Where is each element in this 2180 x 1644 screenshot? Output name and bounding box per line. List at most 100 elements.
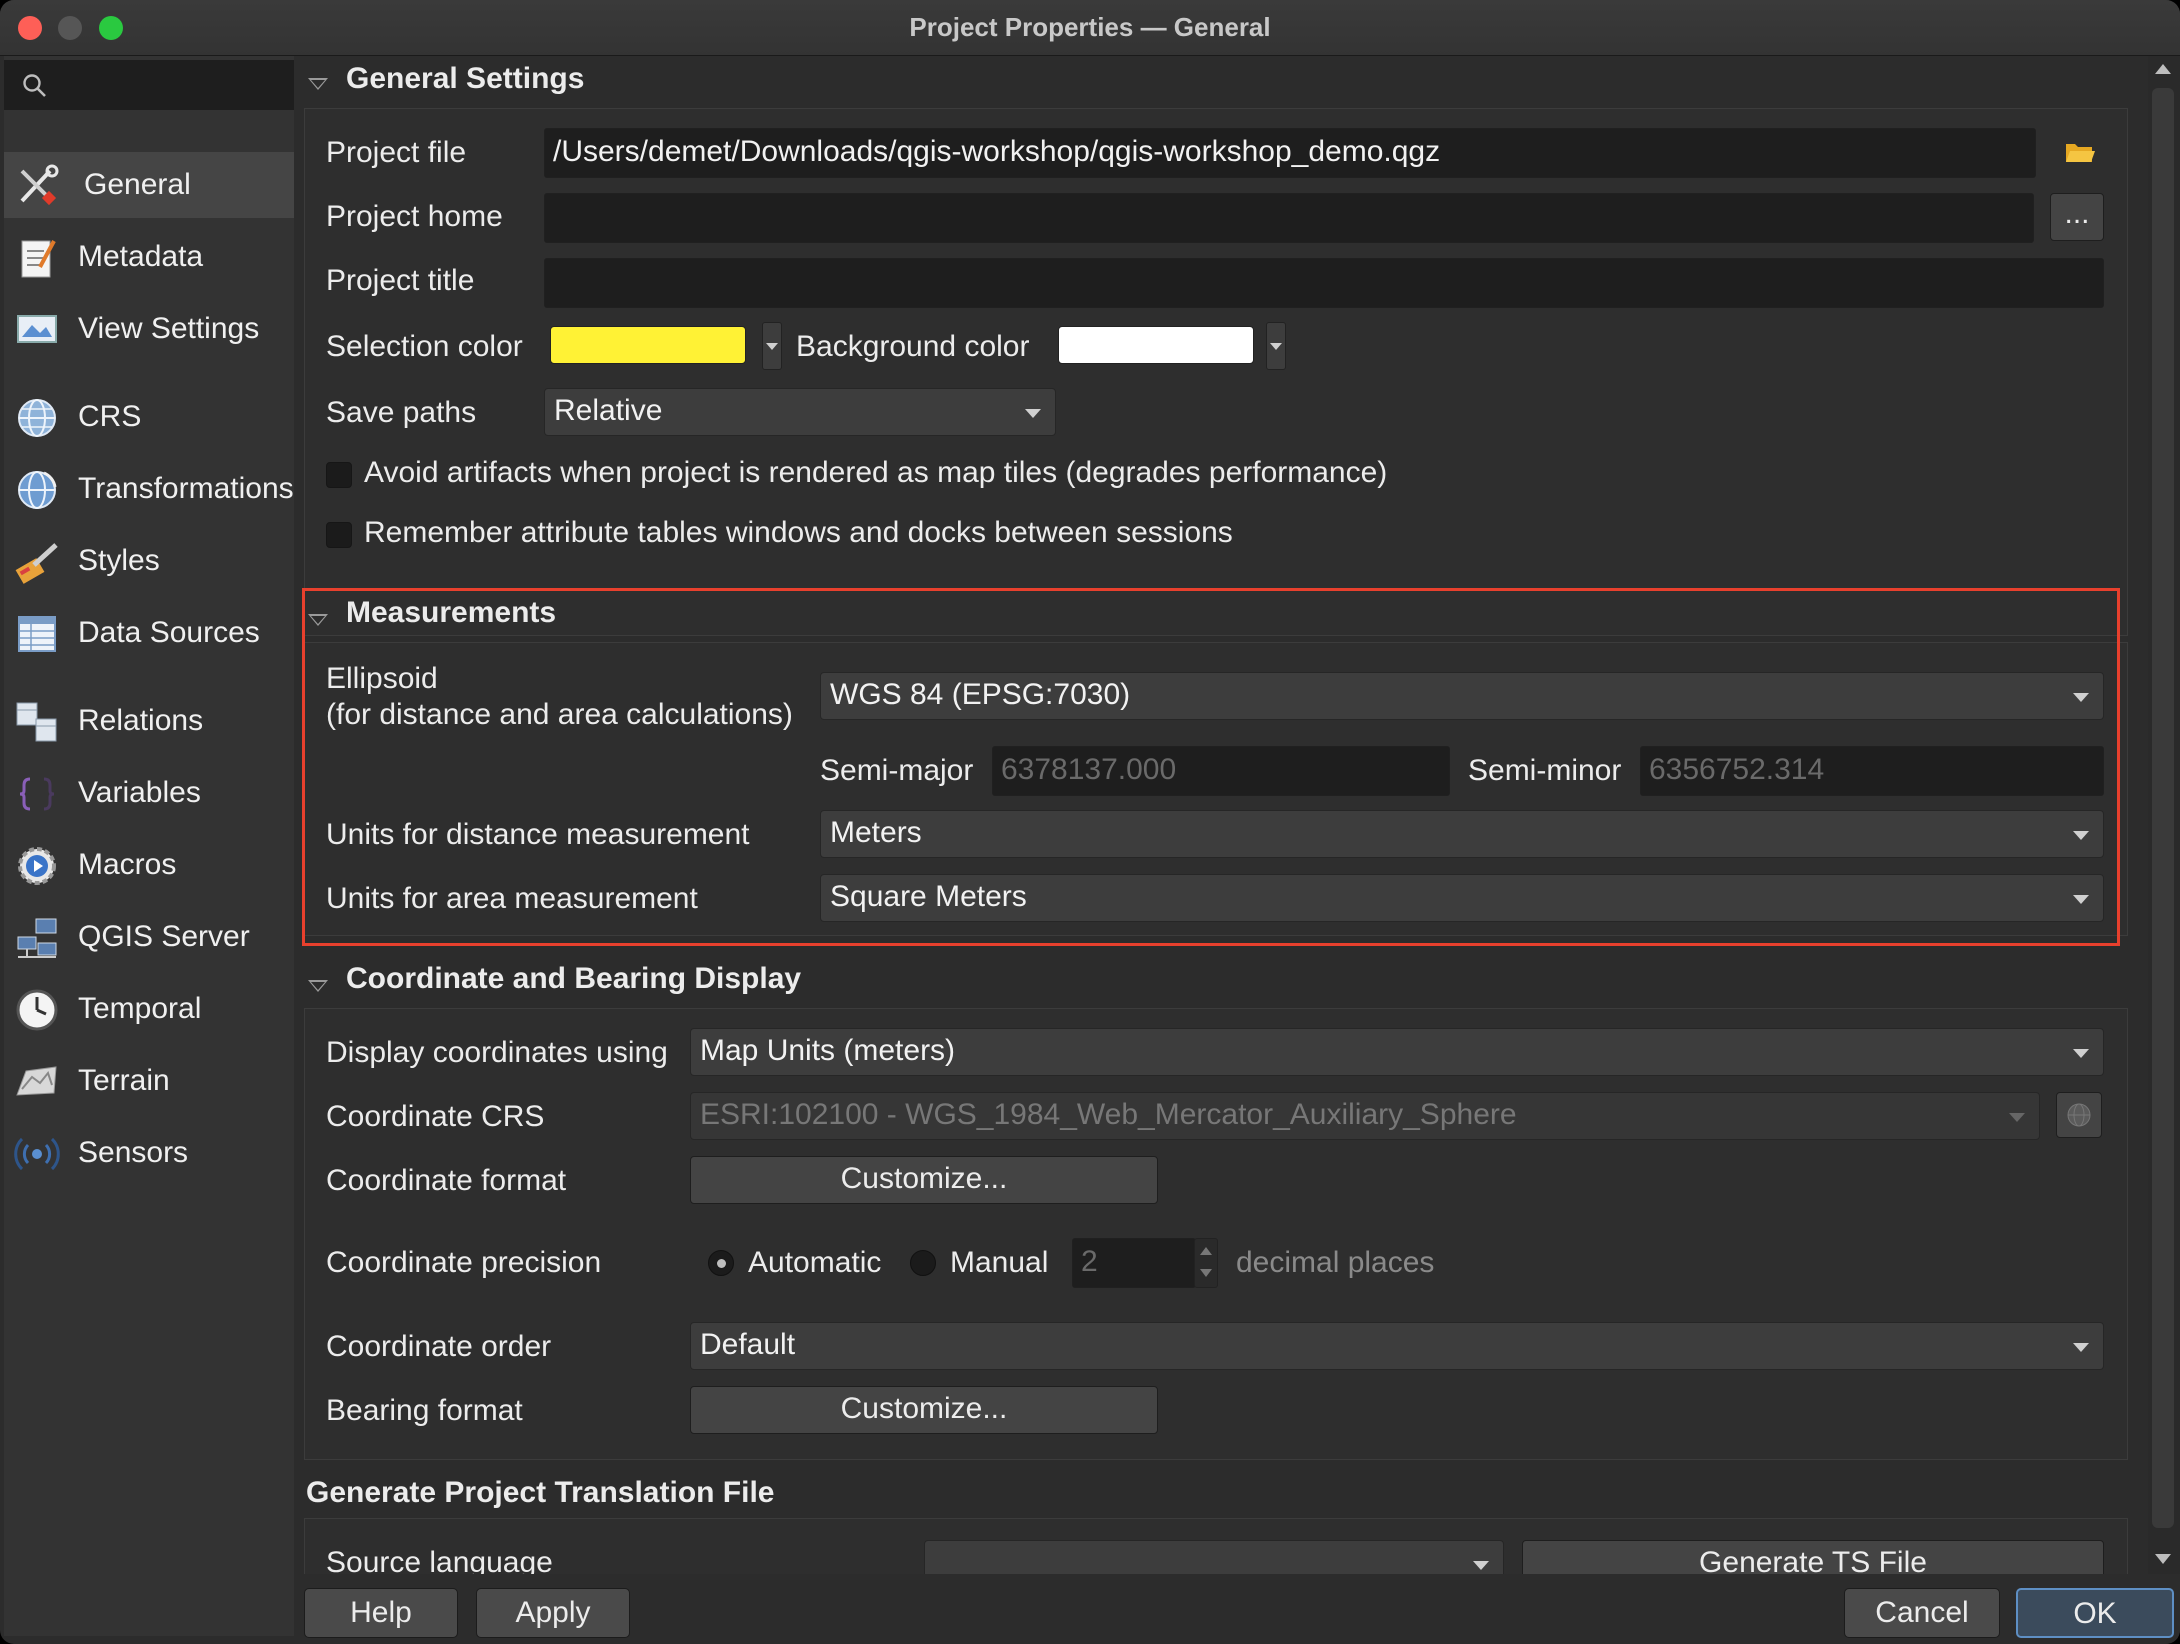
display-coordinates-label: Display coordinates using (326, 1036, 668, 1069)
search-icon (23, 74, 46, 97)
selection-color-swatch[interactable] (550, 326, 746, 364)
apply-button[interactable]: Apply (476, 1588, 630, 1638)
measurements-header[interactable]: Measurements (346, 596, 556, 630)
sidebar-item-label: Sensors (78, 1136, 189, 1169)
scroll-down-arrow-icon[interactable] (2155, 1554, 2171, 1564)
scrollbar-thumb[interactable] (2152, 88, 2174, 1528)
collapse-triangle-icon[interactable] (308, 614, 328, 626)
sidebar-item-data-sources[interactable]: Data Sources (4, 600, 294, 666)
help-button[interactable]: Help (304, 1588, 458, 1638)
precision-stepper (1194, 1238, 1218, 1288)
chevron-down-icon (2073, 831, 2089, 840)
sidebar-item-qgis-server[interactable]: QGIS Server (4, 904, 294, 970)
crs-globe-icon (2067, 1103, 2091, 1127)
sidebar-item-sensors[interactable]: Sensors (4, 1120, 294, 1186)
display-coordinates-value: Map Units (meters) (700, 1034, 956, 1067)
generate-ts-file-button[interactable]: Generate TS File (1522, 1540, 2104, 1574)
ellipsoid-select[interactable]: WGS 84 (EPSG:7030) (820, 672, 2104, 720)
sidebar-item-temporal[interactable]: Temporal (4, 976, 294, 1042)
sidebar-item-label: Macros (78, 848, 177, 881)
ellipsoid-sublabel: (for distance and area calculations) (326, 698, 793, 731)
display-coordinates-select[interactable]: Map Units (meters) (690, 1028, 2104, 1076)
sidebar-item-label: QGIS Server (78, 920, 250, 953)
automatic-label[interactable]: Automatic (748, 1246, 881, 1280)
avoid-artifacts-checkbox[interactable] (326, 462, 352, 488)
semi-minor-field: 6356752.314 (1640, 746, 2104, 796)
sidebar-item-relations[interactable]: Relations (4, 688, 294, 754)
general-settings-group (304, 108, 2128, 636)
coordinate-order-label: Coordinate order (326, 1330, 552, 1363)
chevron-down-icon (2009, 1113, 2025, 1122)
sidebar-item-label: CRS (78, 400, 142, 433)
folder-open-icon[interactable] (2064, 138, 2096, 166)
ellipsoid-label: Ellipsoid (326, 662, 438, 695)
remember-tables-checkbox[interactable] (326, 522, 352, 548)
terrain-icon (16, 1066, 57, 1096)
sensors-icon (14, 1137, 60, 1171)
save-paths-value: Relative (554, 394, 663, 427)
sidebar-item-macros[interactable]: Macros (4, 832, 294, 898)
bearing-format-label: Bearing format (326, 1394, 523, 1427)
selection-color-dropdown[interactable] (762, 322, 782, 370)
collapse-triangle-icon[interactable] (308, 980, 328, 992)
temporal-clock-icon (16, 989, 58, 1031)
automatic-radio[interactable] (708, 1250, 734, 1276)
coordinate-precision-label: Coordinate precision (326, 1246, 602, 1279)
bearing-format-customize-button[interactable]: Customize... (690, 1386, 1158, 1434)
collapse-triangle-icon[interactable] (308, 78, 328, 90)
sidebar-item-view-settings[interactable]: View Settings (4, 296, 294, 362)
manual-label[interactable]: Manual (950, 1246, 1048, 1280)
metadata-icon (21, 240, 56, 278)
sidebar-item-label: Styles (78, 544, 160, 577)
sidebar-item-transformations[interactable]: Transformations (4, 456, 294, 522)
vertical-scrollbar[interactable] (2148, 56, 2180, 1574)
scroll-up-arrow-icon[interactable] (2155, 64, 2171, 74)
sidebar-item-label: Transformations (78, 472, 294, 505)
sidebar-item-crs[interactable]: CRS (4, 384, 294, 450)
project-file-field[interactable]: /Users/demet/Downloads/qgis-workshop/qgi… (544, 128, 2036, 178)
data-sources-icon (18, 616, 56, 652)
chevron-down-icon (1025, 409, 1041, 418)
area-units-label: Units for area measurement (326, 882, 698, 915)
browse-home-button[interactable]: ... (2050, 193, 2104, 241)
general-tools-icon (20, 164, 59, 206)
ok-button[interactable]: OK (2016, 1588, 2174, 1638)
coordinate-order-select[interactable]: Default (690, 1322, 2104, 1370)
qgis-server-icon (17, 918, 57, 958)
project-title-label: Project title (326, 264, 475, 297)
sidebar-item-metadata[interactable]: Metadata (4, 224, 294, 290)
title-bar: Project Properties — General (0, 0, 2180, 56)
project-home-field[interactable] (544, 193, 2034, 243)
sidebar-search-input[interactable] (4, 60, 294, 110)
coordinate-format-label: Coordinate format (326, 1164, 567, 1197)
background-color-dropdown[interactable] (1266, 322, 1286, 370)
semi-minor-label: Semi-minor (1468, 754, 1622, 787)
selection-color-label: Selection color (326, 330, 523, 363)
project-title-field[interactable] (544, 258, 2104, 308)
cancel-button[interactable]: Cancel (1844, 1588, 2000, 1638)
general-settings-header[interactable]: General Settings (346, 62, 584, 96)
sidebar-item-general[interactable]: General (4, 152, 294, 218)
distance-units-select[interactable]: Meters (820, 810, 2104, 858)
remember-tables-label: Remember attribute tables windows and do… (364, 516, 1233, 549)
relations-icon (16, 702, 57, 742)
area-units-value: Square Meters (830, 880, 1027, 913)
chevron-down-icon (2073, 1049, 2089, 1058)
chevron-down-icon (2073, 693, 2089, 702)
manual-radio[interactable] (910, 1250, 936, 1276)
styles-brush-icon (15, 543, 58, 584)
window-title: Project Properties — General (909, 12, 1271, 42)
distance-units-label: Units for distance measurement (326, 818, 750, 851)
save-paths-select[interactable]: Relative (544, 388, 1056, 436)
background-color-swatch[interactable] (1058, 326, 1254, 364)
sidebar-item-terrain[interactable]: Terrain (4, 1048, 294, 1114)
coordinate-format-customize-button[interactable]: Customize... (690, 1156, 1158, 1204)
source-language-label: Source language (326, 1546, 553, 1574)
source-language-select[interactable] (924, 1540, 1504, 1574)
area-units-select[interactable]: Square Meters (820, 874, 2104, 922)
coordinate-display-header[interactable]: Coordinate and Bearing Display (346, 962, 801, 996)
sidebar-item-variables[interactable]: Variables (4, 760, 294, 826)
sidebar: General Metadata View Settings CRS Trans… (4, 56, 294, 1636)
sidebar-item-styles[interactable]: Styles (4, 528, 294, 594)
sidebar-item-label: Terrain (78, 1064, 170, 1097)
